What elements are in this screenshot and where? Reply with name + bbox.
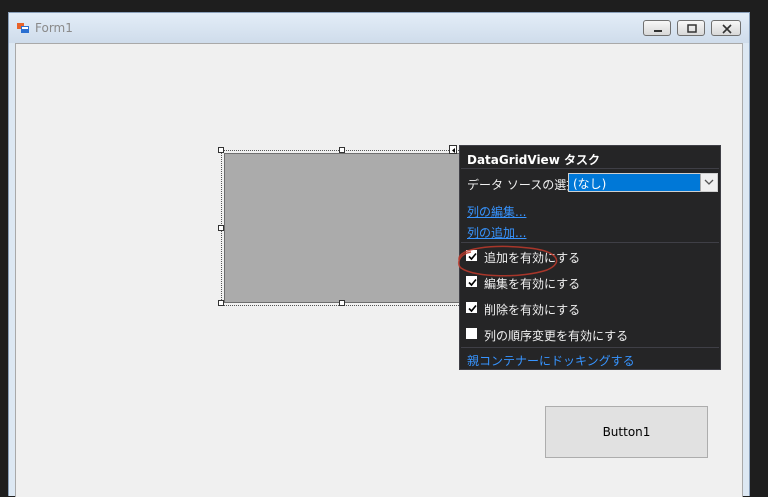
resize-handle-bottom-left[interactable] [218,300,224,306]
red-circle-annotation [458,245,558,277]
maximize-icon [687,24,697,33]
chevron-down-icon [704,179,714,185]
resize-handle-top-center[interactable] [339,147,345,153]
close-icon [722,24,732,34]
data-source-value: (なし) [573,177,607,191]
form-client-area: DataGridView タスク データ ソースの選択: (なし) 列の編集..… [15,43,743,497]
divider [461,347,719,348]
add-column-link[interactable]: 列の追加... [467,224,526,241]
form-icon [17,23,29,33]
datagridview-control[interactable] [224,153,460,303]
panel-title: DataGridView タスク [467,153,600,167]
title-bar[interactable]: Form1 [9,13,749,43]
enable-column-reorder-label: 列の順序変更を有効にする [484,329,629,343]
minimize-button[interactable] [643,20,671,36]
resize-handle-bottom-center[interactable] [339,300,345,306]
close-button[interactable] [711,20,741,36]
button1[interactable]: Button1 [545,406,708,458]
dock-in-parent-link[interactable]: 親コンテナーにドッキングする [467,352,635,369]
checkmark-icon [468,304,477,313]
edit-columns-link[interactable]: 列の編集... [467,203,526,220]
data-source-label: データ ソースの選択: [467,178,583,192]
window-title: Form1 [35,21,73,35]
maximize-button[interactable] [677,20,705,36]
data-source-dropdown[interactable]: (なし) [568,173,718,192]
resize-handle-top-left[interactable] [218,147,224,153]
enable-column-reorder-checkbox[interactable] [466,328,477,339]
smart-tag-arrow-icon [452,148,455,153]
dropdown-button[interactable] [700,174,717,191]
smart-tag-button[interactable] [449,145,457,154]
divider [461,168,719,169]
enable-deleting-checkbox[interactable] [466,302,477,313]
resize-handle-middle-left[interactable] [218,225,224,231]
minimize-icon [654,30,662,32]
form1-window: Form1 DataGridView タスク データ ソースの選択: (なし) [8,12,750,497]
enable-deleting-label: 削除を有効にする [484,303,581,317]
